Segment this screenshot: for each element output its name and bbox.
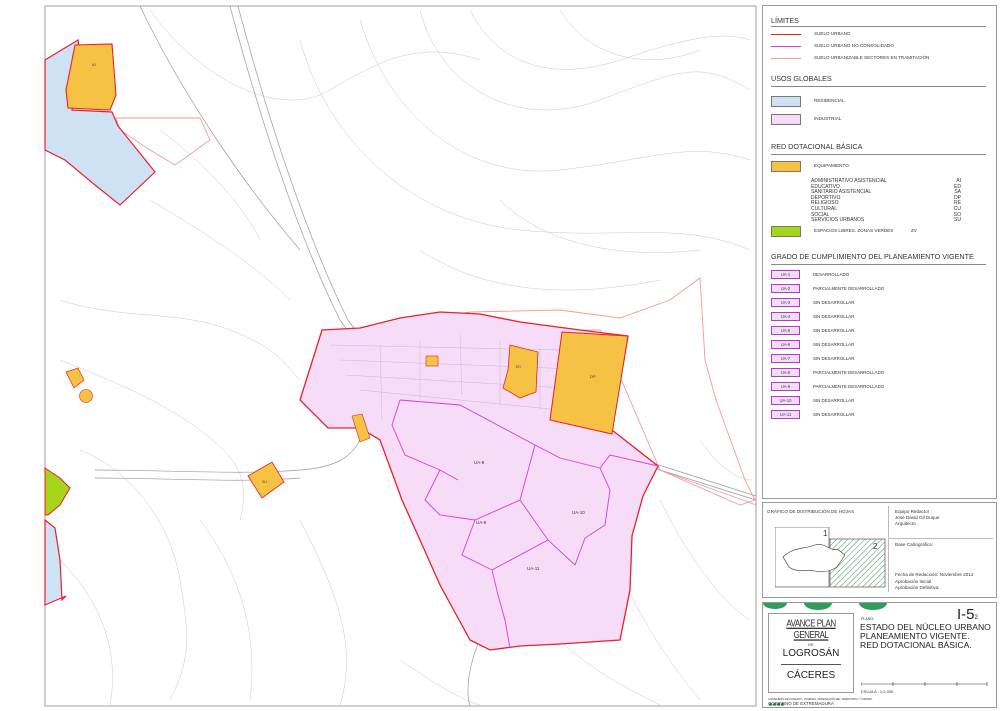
equipamiento-type: SERVICIOS URBANOS SU bbox=[811, 217, 961, 224]
equipamiento-types-list: ADMINISTRATIVO ASISTENCIAL AI EDUCATIVO ED… bbox=[811, 178, 961, 224]
legend-grado-heading: GRADO DE CUMPLIMIENTO DEL PLANEAMIENTO V… bbox=[771, 252, 974, 261]
residencial-swatch bbox=[771, 96, 801, 107]
zona-verde-swatch bbox=[771, 226, 801, 237]
legend-item-industrial: INDUSTRIAL bbox=[771, 114, 991, 126]
legend-ua-row: UA-4 SIN DESARROLLAR bbox=[771, 312, 991, 321]
legend-item-zonas-verdes: ESPACIOS LIBRES. ZONAS VERDES ZV bbox=[771, 226, 991, 238]
logo-marks bbox=[769, 693, 809, 706]
svg-text:SU: SU bbox=[262, 480, 267, 484]
equipamiento-swatch bbox=[771, 161, 801, 172]
red-line-swatch bbox=[771, 34, 801, 35]
legend-ua-row: UA-1 DESARROLLADO bbox=[771, 270, 991, 279]
equipamiento-north bbox=[65, 43, 117, 111]
legend-item-residencial: RESIDENCIAL bbox=[771, 96, 991, 108]
plano-label: PLANO: bbox=[861, 617, 875, 621]
svg-text:DP: DP bbox=[590, 374, 596, 379]
legend-red-heading: RED DOTACIONAL BÁSICA bbox=[771, 142, 863, 151]
title-block: AVANCE PLAN GENERAL DE LOGROSÁN CÁCERES … bbox=[762, 602, 997, 708]
legend-limites-heading: LÍMITES bbox=[771, 16, 799, 25]
avance-title: AVANCE PLAN GENERAL bbox=[786, 617, 836, 641]
legend-ua-row: UA-7 SIN DESARROLLAR bbox=[771, 354, 991, 363]
magenta-line-swatch bbox=[771, 46, 801, 47]
gobierno-text: GOBIERNO DE EXTREMADURA bbox=[768, 701, 834, 706]
legend-usos-heading: USOS GLOBALES bbox=[771, 74, 832, 83]
legend-ua-row: UA-9 PARCIALMENTE DESARROLLADO bbox=[771, 382, 991, 391]
avance-box: AVANCE PLAN GENERAL DE LOGROSÁN CÁCERES bbox=[768, 613, 854, 693]
divider bbox=[771, 86, 986, 87]
scale-text: ESCALA : 1:2.000 bbox=[861, 689, 894, 694]
legend-ua-row: UA-3 SIN DESARROLLAR bbox=[771, 298, 991, 307]
avance-de: DE bbox=[808, 642, 814, 647]
sheet-2-label: 2 bbox=[873, 542, 878, 551]
plano-title: ESTADO DEL NÚCLEO URBANO PLANEAMIENTO VI… bbox=[860, 622, 991, 650]
ua-label-9: UA-9 bbox=[476, 520, 487, 525]
sheet-1-label: 1 bbox=[823, 529, 828, 538]
legend-item-suelo-urbano: SUELO URBANO bbox=[771, 29, 991, 41]
ua-label-10: UA-10 bbox=[572, 510, 585, 515]
legend-item-no-consolidado: SUELO URBANO NO CONSOLIDADO bbox=[771, 41, 991, 53]
credits-box: Equipo Redactor : José David Gil Duque A… bbox=[888, 506, 993, 592]
legend-item-urbanizable: SUELO URBANIZABLE SECTORES EN TRAMITACIÓ… bbox=[771, 53, 991, 65]
legend-ua-row: UA-2 PARCIALMENTE DESARROLLADO bbox=[771, 284, 991, 293]
province-name: CÁCERES bbox=[786, 670, 836, 681]
legend-ua-row: UA-5 SIN DESARROLLAR bbox=[771, 326, 991, 335]
sheet-distribution-panel: GRÁFICO DE DISTRIBUCIÓN DE HOJAS 1 2 Equ… bbox=[762, 502, 997, 598]
legend-item-equipamiento: EQUIPAMIENTO bbox=[771, 161, 991, 173]
ua-label-8: UA-8 bbox=[474, 460, 485, 465]
legend-ua-row: UA-6 SIN DESARROLLAR bbox=[771, 340, 991, 349]
svg-text:ED: ED bbox=[516, 365, 521, 369]
legend-ua-row: UA-11 SIN DESARROLLAR bbox=[771, 410, 991, 419]
legend-panel: LÍMITES SUELO URBANO SUELO URBANO NO CON… bbox=[762, 5, 997, 499]
legend-ua-row: UA-8 PARCIALMENTE DESARROLLADO bbox=[771, 368, 991, 377]
industrial-swatch bbox=[771, 114, 801, 125]
pink-line-swatch bbox=[771, 58, 801, 59]
divider bbox=[889, 538, 993, 539]
divider bbox=[781, 664, 841, 665]
ua-label-11: UA-11 bbox=[527, 566, 540, 571]
equipamiento-north-code: AI bbox=[92, 62, 96, 67]
divider bbox=[771, 264, 986, 265]
plano-number: I-52 bbox=[957, 606, 978, 623]
sheet-key-map: 1 2 bbox=[775, 527, 886, 588]
legend-ua-row: UA-10 SIN DESARROLLAR bbox=[771, 396, 991, 405]
sheet-heading: GRÁFICO DE DISTRIBUCIÓN DE HOJAS bbox=[767, 509, 855, 514]
divider bbox=[771, 154, 986, 155]
scale-bar bbox=[861, 682, 988, 686]
divider bbox=[771, 26, 986, 27]
town-name: LOGROSÁN bbox=[782, 648, 840, 659]
